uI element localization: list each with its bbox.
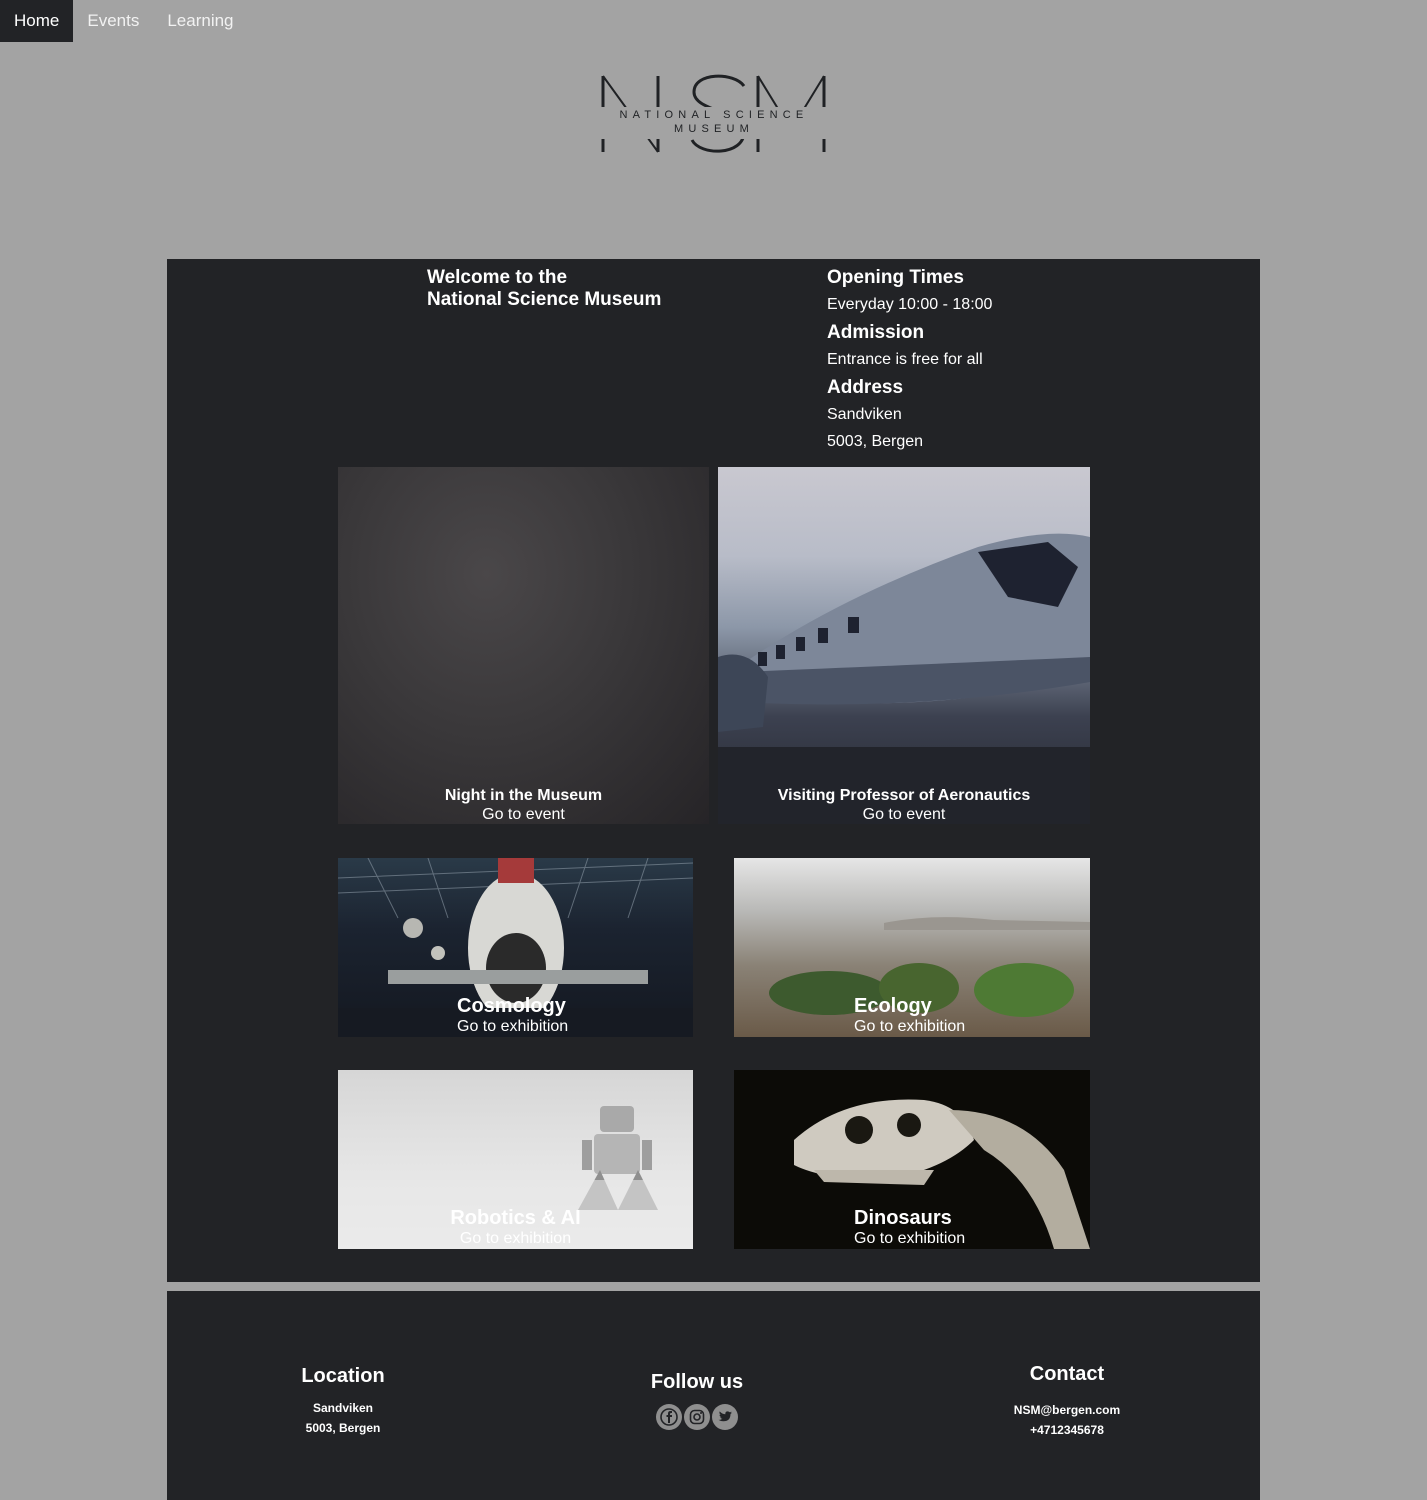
event-link[interactable]: Go to event [718, 805, 1090, 824]
footer-location: Location Sandviken 5003, Bergen [293, 1365, 393, 1438]
footer-contact-email[interactable]: NSM@bergen.com [992, 1400, 1142, 1420]
exhibition-link[interactable]: Go to exhibition [338, 1229, 693, 1249]
event-link[interactable]: Go to event [338, 805, 709, 824]
footer-follow-title: Follow us [650, 1371, 744, 1393]
footer-location-line-1: Sandviken [312, 1401, 374, 1415]
exhibition-caption: Dinosaurs Go to exhibition [854, 1208, 965, 1249]
exhibition-caption: Cosmology Go to exhibition [457, 996, 568, 1037]
exhibition-title: Cosmology [457, 995, 566, 1017]
welcome-heading: Welcome to the National Science Museum [427, 267, 661, 311]
footer-location-title: Location [301, 1365, 385, 1387]
twitter-icon[interactable] [712, 1404, 738, 1430]
footer-contact-phone[interactable]: +4712345678 [992, 1420, 1142, 1440]
footer-follow: Follow us [637, 1371, 757, 1430]
museum-logo[interactable]: NATIONAL SCIENCE MUSEUM [598, 70, 830, 156]
social-links [637, 1404, 757, 1430]
facebook-icon[interactable] [656, 1404, 682, 1430]
address-title: Address [827, 377, 904, 398]
nav-home[interactable]: Home [0, 0, 74, 42]
event-caption: Visiting Professor of Aeronautics Go to … [718, 786, 1090, 824]
footer-contact-title: Contact [1029, 1363, 1105, 1385]
exhibition-card-robotics[interactable]: Robotics & AI Go to exhibition [338, 1070, 693, 1249]
exhibition-caption: Robotics & AI Go to exhibition [338, 1208, 693, 1249]
event-title: Visiting Professor of Aeronautics [777, 787, 1031, 804]
top-nav: Home Events Learning [0, 0, 248, 42]
event-card-night-museum[interactable]: Night in the Museum Go to event [338, 467, 709, 824]
nav-learning[interactable]: Learning [153, 0, 247, 42]
exhibition-card-dinosaurs[interactable]: Dinosaurs Go to exhibition [734, 1070, 1090, 1249]
instagram-icon[interactable] [684, 1404, 710, 1430]
address-line-2: 5003, Bergen [827, 433, 924, 450]
footer-contact: Contact NSM@bergen.com +4712345678 [992, 1363, 1142, 1440]
admission-title: Admission [827, 322, 925, 343]
footer: Location Sandviken 5003, Bergen Follow u… [167, 1291, 1260, 1500]
exhibition-link[interactable]: Go to exhibition [457, 1017, 568, 1037]
event-caption: Night in the Museum Go to event [338, 786, 709, 824]
exhibition-card-ecology[interactable]: Ecology Go to exhibition [734, 858, 1090, 1037]
admission-value: Entrance is free for all [827, 351, 983, 368]
event-title: Night in the Museum [444, 787, 603, 804]
event-card-aeronautics[interactable]: Visiting Professor of Aeronautics Go to … [718, 467, 1090, 824]
logo-tagline-2: MUSEUM [673, 123, 755, 135]
visitor-info: Opening Times Everyday 10:00 - 18:00 Adm… [827, 267, 992, 459]
welcome-line-1: Welcome to the [427, 267, 568, 288]
exhibition-caption: Ecology Go to exhibition [854, 996, 965, 1037]
welcome-line-2: National Science Museum [427, 289, 662, 310]
opening-times-value: Everyday 10:00 - 18:00 [827, 296, 993, 313]
address-line-1: Sandviken [827, 406, 902, 423]
footer-location-line-2: 5003, Bergen [305, 1421, 381, 1435]
main-panel: Welcome to the National Science Museum O… [167, 259, 1260, 1282]
exhibition-title: Ecology [854, 995, 932, 1017]
nav-events[interactable]: Events [73, 0, 153, 42]
opening-times-title: Opening Times [827, 267, 964, 288]
exhibition-title: Dinosaurs [854, 1207, 952, 1229]
exhibition-title: Robotics & AI [450, 1207, 581, 1229]
airplane-image [718, 533, 1090, 824]
exhibition-link[interactable]: Go to exhibition [854, 1017, 965, 1037]
exhibition-link[interactable]: Go to exhibition [854, 1229, 965, 1249]
logo-tagline-1: NATIONAL SCIENCE [619, 109, 809, 121]
exhibition-card-cosmology[interactable]: Cosmology Go to exhibition [338, 858, 693, 1037]
